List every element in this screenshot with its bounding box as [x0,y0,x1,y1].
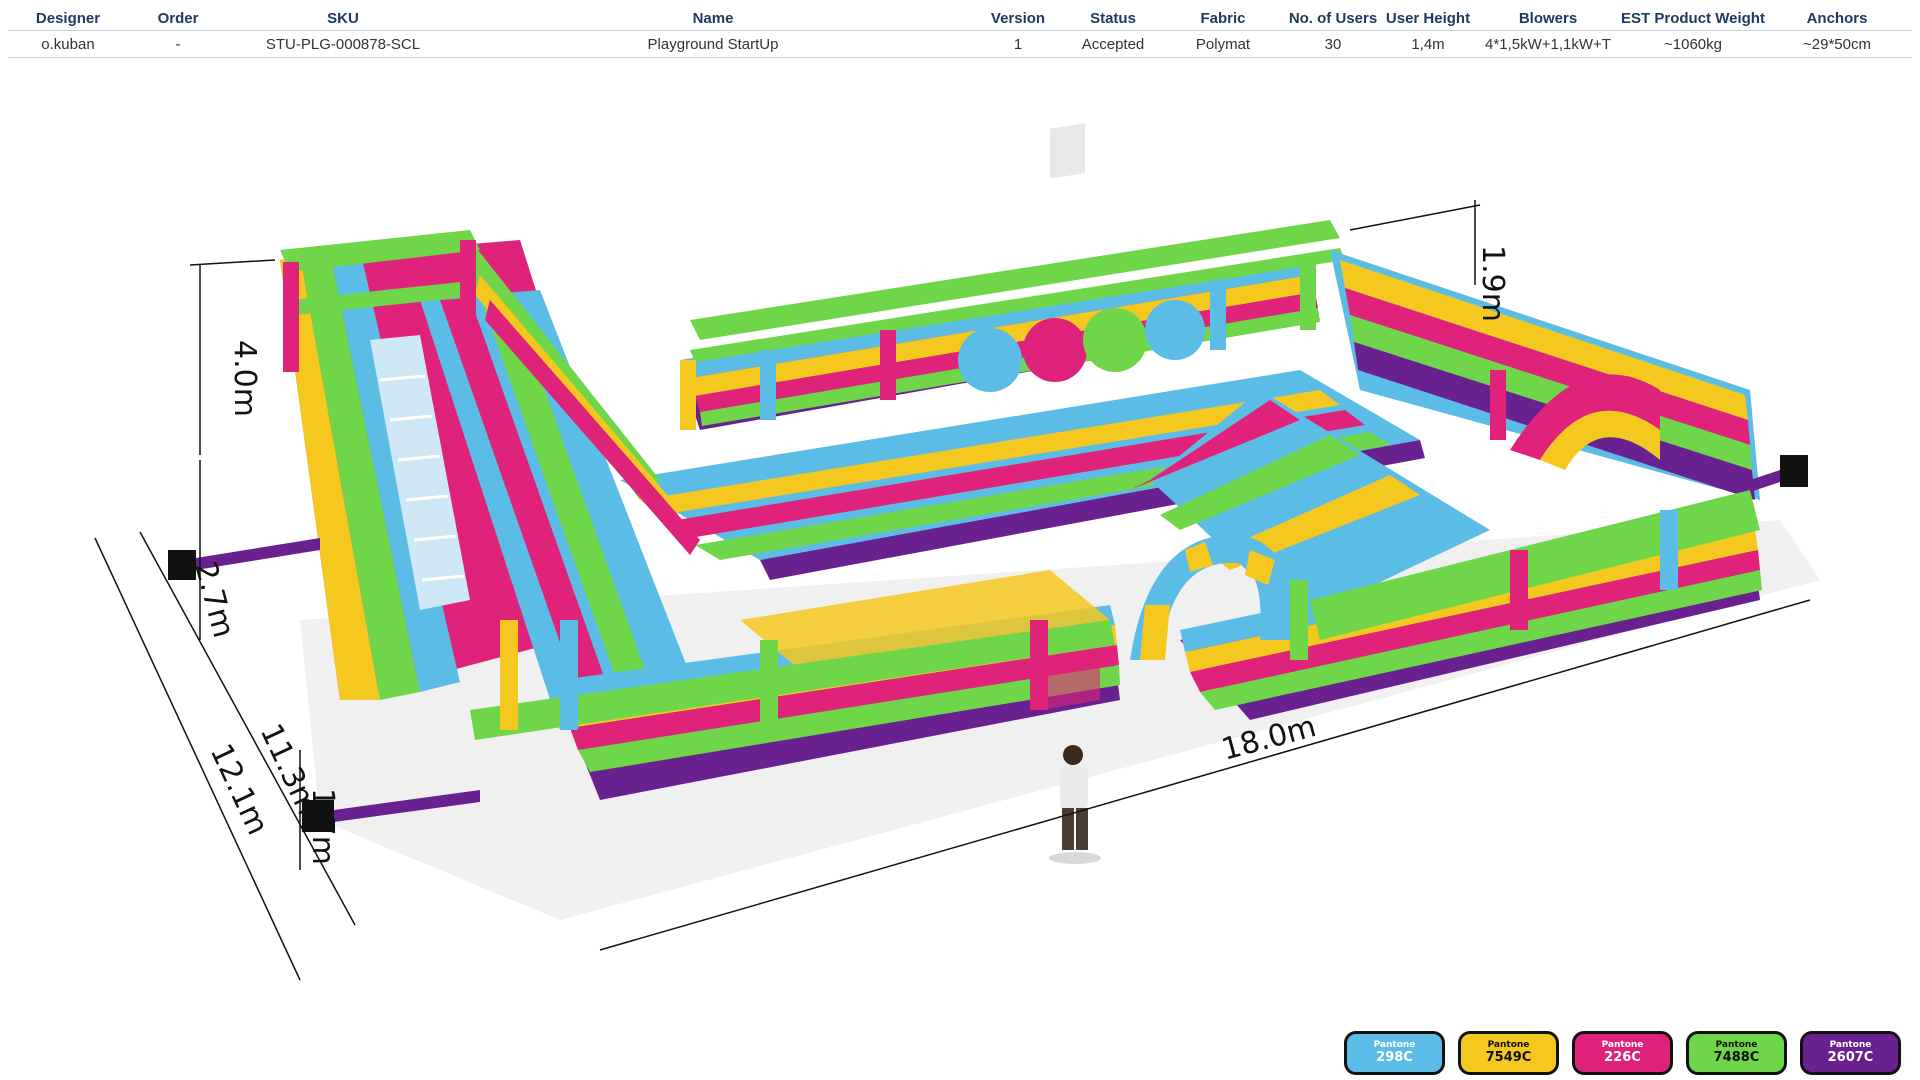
header-weight: EST Product Weight [1621,9,1765,27]
spec-header-row: Designer Order SKU Name Version Status F… [8,6,1912,31]
pantone-swatch-7549c: Pantone 7549C [1458,1031,1559,1075]
header-fabric: Fabric [1200,9,1246,27]
pantone-code: 7549C [1485,1049,1532,1065]
dim-wall-back: 1.9m [1475,245,1510,322]
pantone-swatch-298c: Pantone 298C [1344,1031,1445,1075]
header-designer: Designer [35,9,101,27]
dim-height-base: 2.7m [187,558,241,641]
pantone-code: 2607C [1827,1049,1874,1065]
value-fabric: Polymat [1195,35,1251,53]
header-status: Status [1090,9,1136,27]
header-blowers: Blowers [1518,9,1578,27]
value-sku: STU-PLG-000878-SCL [265,35,421,53]
value-anchors: ~29*50cm [1803,35,1871,53]
header-version: Version [990,9,1046,27]
inflatable-illustration: 4.0m 2.7m 1.7m 1.9m 11.3m 12.1m 18.0m [94,123,1820,981]
value-order: - [175,35,181,53]
value-version: 1 [1013,35,1023,53]
value-user-height: 1,4m [1411,35,1445,53]
pantone-code: 7488C [1713,1049,1760,1065]
header-name: Name [692,9,734,27]
value-blowers: 4*1,5kW+1,1kW+T [1485,35,1611,53]
value-designer: o.kuban [41,35,95,53]
header-order: Order [157,9,199,27]
pantone-swatch-226c: Pantone 226C [1572,1031,1673,1075]
value-name: Playground StartUp [647,35,779,53]
value-status: Accepted [1081,35,1145,53]
spec-table: Designer Order SKU Name Version Status F… [8,6,1912,58]
pantone-swatch-7488c: Pantone 7488C [1686,1031,1787,1075]
header-anchors: Anchors [1806,9,1868,27]
spec-value-row: o.kuban - STU-PLG-000878-SCL Playground … [8,31,1912,58]
value-weight: ~1060kg [1664,35,1722,53]
pantone-code: 226C [1604,1049,1641,1065]
slide-tower [280,230,700,730]
value-users: 30 [1324,35,1342,53]
pantone-code: 298C [1376,1049,1413,1065]
pantone-swatches: Pantone 298C Pantone 7549C Pantone 226C … [1344,1031,1901,1075]
dim-height-tower: 4.0m [227,340,262,417]
header-sku: SKU [327,9,359,27]
product-render: 4.0m 2.7m 1.7m 1.9m 11.3m 12.1m 18.0m [0,60,1920,1020]
header-user-height: User Height [1385,9,1471,27]
header-users: No. of Users [1288,9,1378,27]
pantone-swatch-2607c: Pantone 2607C [1800,1031,1901,1075]
